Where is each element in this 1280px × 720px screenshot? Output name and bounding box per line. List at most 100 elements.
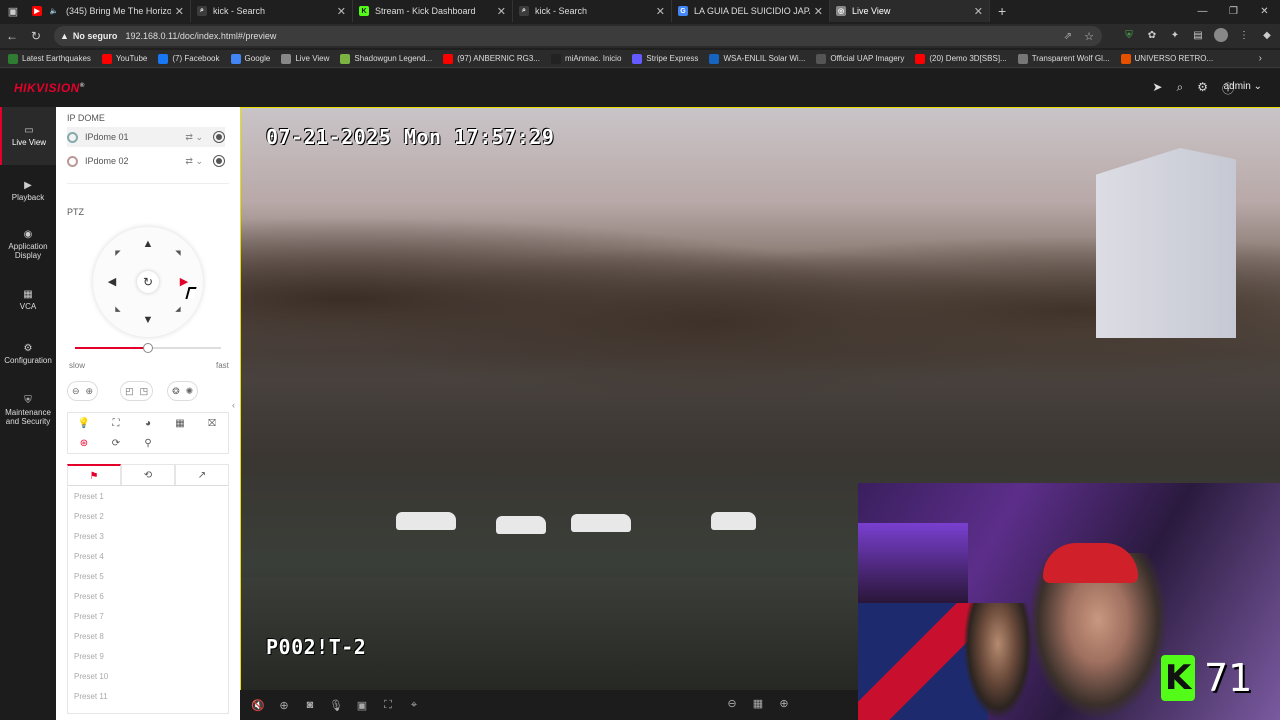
send-icon[interactable]: ➤ bbox=[1152, 80, 1162, 97]
next-page-icon[interactable]: ⊕ bbox=[771, 697, 797, 710]
close-tab-icon[interactable]: ✕ bbox=[497, 5, 506, 18]
nav-configuration[interactable]: ⚙ Configuration bbox=[0, 327, 56, 381]
bookmark-item[interactable]: (20) Demo 3D[SBS]... bbox=[915, 53, 1007, 64]
region-focus-icon[interactable]: ⛶ bbox=[113, 418, 120, 429]
camera-item-2[interactable]: IPdome 02 ⇄ ⌄ bbox=[67, 151, 225, 171]
bookmark-item[interactable]: Shadowgun Legend... bbox=[340, 53, 432, 64]
user-menu[interactable]: admin ⌄ bbox=[1224, 81, 1262, 92]
preset-item[interactable]: Preset 11 bbox=[68, 687, 228, 707]
browser-tab-5[interactable]: ◎ Live View ✕ bbox=[830, 0, 990, 22]
nav-vca[interactable]: ▦ VCA bbox=[0, 273, 56, 327]
preset-item[interactable]: Preset 4 bbox=[68, 547, 228, 567]
copilot-icon[interactable]: ◆ bbox=[1260, 28, 1274, 42]
browser-tab-2[interactable]: K Stream - Kick Dashboard ✕ bbox=[353, 0, 513, 22]
preset-item[interactable]: Preset 9 bbox=[68, 647, 228, 667]
close-tab-icon[interactable]: ✕ bbox=[814, 5, 823, 18]
bookmarks-overflow-icon[interactable]: › bbox=[1259, 53, 1262, 64]
shield-extension-icon[interactable]: ⛨ bbox=[1122, 28, 1136, 42]
extension-icon[interactable]: ✿ bbox=[1145, 28, 1159, 42]
sidebar-icon[interactable]: ▤ bbox=[1191, 28, 1205, 42]
close-window-icon[interactable]: ✕ bbox=[1249, 0, 1280, 22]
stream-switch-icon[interactable]: ⇄ ⌄ bbox=[185, 156, 203, 167]
wiper-icon[interactable]: ◕ bbox=[145, 418, 151, 429]
zoom-in-icon[interactable]: ⊕ bbox=[86, 386, 94, 397]
ptz-left-button[interactable]: ◀ bbox=[105, 275, 119, 289]
stream-switch-icon[interactable]: ⇄ ⌄ bbox=[185, 132, 203, 143]
close-tab-icon[interactable]: ✕ bbox=[656, 5, 665, 18]
3d-zoom-icon[interactable]: ⊛ bbox=[80, 438, 88, 449]
record-icon[interactable] bbox=[213, 131, 225, 143]
preset-item[interactable]: Preset 8 bbox=[68, 627, 228, 647]
ptz-up-right-button[interactable]: ◥ bbox=[171, 247, 185, 261]
reload-icon[interactable]: ↻ bbox=[24, 29, 48, 43]
ptz-up-button[interactable]: ▲ bbox=[141, 237, 155, 251]
microphone-icon[interactable]: 🎙 bbox=[323, 699, 349, 712]
tab-presets[interactable]: ⚑ bbox=[67, 464, 121, 485]
nav-live-view[interactable]: ▭ Live View bbox=[0, 107, 56, 165]
url-text[interactable]: 192.168.0.11/doc/index.html#/preview bbox=[125, 31, 276, 41]
collapse-panel-icon[interactable]: ‹ bbox=[232, 400, 235, 410]
fullscreen-target-icon[interactable]: ⌖ bbox=[401, 699, 427, 712]
snapshot-icon[interactable]: ◙ bbox=[297, 699, 323, 711]
browser-menu-icon[interactable]: ⋮ bbox=[1237, 28, 1251, 42]
bookmark-item[interactable]: UNIVERSO RETRO... bbox=[1120, 53, 1213, 64]
settings-icon[interactable]: ⚙ bbox=[1197, 80, 1208, 97]
region-select-icon[interactable]: ⛶ bbox=[375, 699, 401, 712]
focus-near-icon[interactable]: ◰ bbox=[125, 386, 134, 397]
browser-tab-0[interactable]: ▶ 🔈 (345) Bring Me The Horizon ✕ bbox=[26, 0, 191, 22]
bookmark-item[interactable]: Latest Earthquakes bbox=[8, 53, 91, 64]
bookmark-item[interactable]: Google bbox=[230, 53, 270, 64]
not-secure-label[interactable]: No seguro bbox=[73, 31, 118, 41]
tab-patrol[interactable]: ⟲ bbox=[121, 464, 175, 485]
search-icon[interactable]: ⌕ bbox=[1176, 80, 1183, 97]
light-icon[interactable]: 💡 bbox=[78, 418, 90, 429]
nav-playback[interactable]: ▶ Playback bbox=[0, 165, 56, 217]
preset-item[interactable]: Preset 10 bbox=[68, 667, 228, 687]
manual-tracking-icon[interactable]: ⚲ bbox=[144, 438, 151, 449]
tab-pattern[interactable]: ↗ bbox=[175, 464, 229, 485]
zoom-out-icon[interactable]: ⊖ bbox=[72, 386, 80, 397]
close-tab-icon[interactable]: ✕ bbox=[974, 5, 983, 18]
new-tab-button[interactable]: + bbox=[998, 3, 1006, 19]
bookmark-item[interactable]: YouTube bbox=[101, 53, 147, 64]
window-layout-icon[interactable]: ▦ bbox=[745, 697, 771, 710]
ptz-down-left-button[interactable]: ◣ bbox=[111, 303, 125, 317]
grid-icon[interactable]: ▦ bbox=[175, 418, 184, 429]
record-clip-icon[interactable]: ▣ bbox=[349, 699, 375, 712]
bookmark-item[interactable]: miAnmac. Inicio bbox=[550, 53, 621, 64]
extensions-puzzle-icon[interactable]: ✦ bbox=[1168, 28, 1182, 42]
iris-close-icon[interactable]: ✺ bbox=[186, 386, 194, 397]
close-tab-icon[interactable]: ✕ bbox=[175, 5, 184, 18]
profile-avatar[interactable] bbox=[1214, 28, 1228, 42]
audio-mute-icon[interactable]: 🔇 bbox=[245, 699, 271, 712]
preset-item[interactable]: Preset 3 bbox=[68, 527, 228, 547]
ptz-speed-slider[interactable] bbox=[75, 343, 221, 353]
tab-menu-icon[interactable]: ▣ bbox=[0, 0, 26, 22]
url-field[interactable]: ▲ No seguro 192.168.0.11/doc/index.html#… bbox=[54, 26, 1102, 46]
ptz-down-right-button[interactable]: ◢ bbox=[171, 303, 185, 317]
bookmark-item[interactable]: Transparent Wolf Gl... bbox=[1017, 53, 1110, 64]
ptz-up-left-button[interactable]: ◤ bbox=[111, 247, 125, 261]
iris-open-icon[interactable]: ❂ bbox=[172, 386, 180, 397]
record-icon[interactable] bbox=[213, 155, 225, 167]
digital-zoom-icon[interactable]: ⊕ bbox=[271, 699, 297, 712]
bookmark-item[interactable]: (97) ANBERNIC RG3... bbox=[443, 53, 540, 64]
browser-tab-4[interactable]: G LA GUIA DEL SUICIDIO JAPAN - E ✕ bbox=[672, 0, 830, 22]
preset-item[interactable]: Preset 6 bbox=[68, 587, 228, 607]
focus-far-icon[interactable]: ◳ bbox=[140, 386, 149, 397]
ptz-down-button[interactable]: ▼ bbox=[141, 313, 155, 327]
warning-icon[interactable]: ▲ bbox=[60, 31, 69, 41]
preset-item[interactable]: Preset 1 bbox=[68, 487, 228, 507]
bookmark-item[interactable]: WSA-ENLIL Solar Wi... bbox=[709, 53, 805, 64]
previous-page-icon[interactable]: ⊖ bbox=[719, 697, 745, 710]
bookmark-star-icon[interactable]: ☆ bbox=[1084, 30, 1094, 43]
region-exposure-icon[interactable]: ⛝ bbox=[208, 418, 216, 429]
preset-item[interactable]: Preset 2 bbox=[68, 507, 228, 527]
close-tab-icon[interactable]: ✕ bbox=[337, 5, 346, 18]
share-icon[interactable]: ⇗ bbox=[1064, 31, 1072, 42]
preset-item[interactable]: Preset 5 bbox=[68, 567, 228, 587]
bookmark-item[interactable]: Official UAP Imagery bbox=[816, 53, 904, 64]
lens-init-icon[interactable]: ⟳ bbox=[112, 438, 120, 449]
preset-item[interactable]: Preset 7 bbox=[68, 607, 228, 627]
slider-knob[interactable] bbox=[143, 343, 153, 353]
